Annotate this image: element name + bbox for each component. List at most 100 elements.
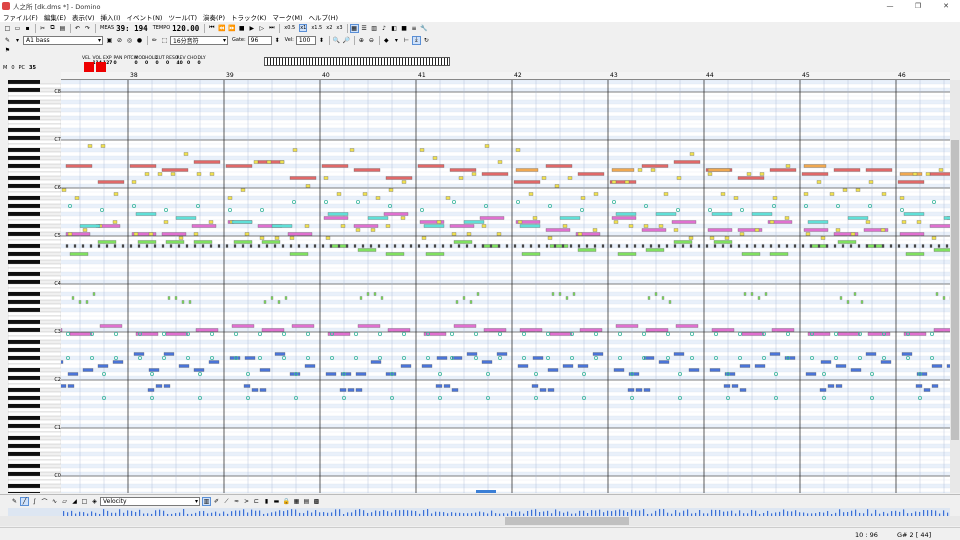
note[interactable] [489,244,493,248]
note[interactable] [321,164,349,168]
note[interactable] [807,220,829,224]
note[interactable] [671,220,697,224]
note[interactable] [445,196,451,200]
velocity-bars[interactable] [8,508,950,516]
note[interactable] [287,232,313,236]
note[interactable] [829,192,835,196]
white-key[interactable] [7,311,62,317]
white-key[interactable] [7,255,62,261]
note[interactable] [628,224,634,228]
note[interactable] [137,244,141,248]
paste-icon[interactable]: ▤ [58,24,67,33]
horizontal-scroll-thumb[interactable] [505,517,629,525]
note[interactable] [355,388,363,392]
black-key[interactable] [8,376,40,380]
note[interactable] [868,180,874,184]
table-icon[interactable]: ▤ [302,497,311,506]
note[interactable] [233,240,253,244]
note[interactable] [713,244,717,248]
note[interactable] [463,220,485,224]
note[interactable] [865,244,869,248]
note[interactable] [713,240,733,244]
black-key[interactable] [8,396,40,400]
white-key[interactable] [7,143,62,149]
note[interactable] [665,244,669,248]
note[interactable] [613,368,625,372]
note[interactable] [209,244,213,248]
snap-icon[interactable]: ⊢ [402,36,411,45]
auto-scroll-icon[interactable]: ⤓ [411,35,421,45]
note[interactable] [323,176,329,180]
black-key[interactable] [8,232,40,236]
note[interactable] [147,388,155,392]
white-key[interactable] [7,235,62,241]
note[interactable] [281,244,285,248]
curve-tool-icon[interactable]: ∫ [30,497,39,506]
note[interactable] [339,388,347,392]
note[interactable] [471,172,477,176]
white-key[interactable] [7,331,62,337]
note[interactable] [79,224,101,228]
note[interactable] [465,244,469,248]
note[interactable] [865,220,871,224]
note[interactable] [611,216,637,220]
note[interactable] [617,252,637,256]
note[interactable] [519,328,543,332]
note[interactable] [592,228,598,232]
zoom-in-icon[interactable]: 🔍 [332,36,341,45]
piano-roll-view-icon[interactable]: ▦ [349,23,359,33]
note[interactable] [833,244,837,248]
note[interactable] [347,388,355,392]
white-key[interactable] [7,167,62,173]
velocity-bar[interactable] [243,509,245,516]
note[interactable] [69,332,93,336]
white-key[interactable] [7,479,62,485]
note[interactable] [777,244,781,248]
note[interactable] [313,244,317,248]
note[interactable] [170,172,176,176]
note[interactable] [658,224,664,228]
note[interactable] [85,300,89,304]
note[interactable] [935,292,939,296]
note[interactable] [289,244,293,248]
white-key[interactable] [7,287,62,293]
note[interactable] [67,372,79,376]
black-key[interactable] [8,148,40,152]
menu-edit[interactable]: 編集(E) [44,12,66,22]
note[interactable] [569,244,573,248]
note[interactable] [593,192,599,196]
crescendo-icon[interactable]: > [242,497,251,506]
note[interactable] [805,372,817,376]
note[interactable] [383,212,409,216]
note[interactable] [161,168,189,172]
note[interactable] [641,228,667,232]
note[interactable] [401,180,407,184]
black-key[interactable] [8,212,40,216]
note[interactable] [305,184,311,188]
note[interactable] [153,244,157,248]
select-tool-icon[interactable]: ⬚ [160,36,169,45]
note[interactable] [78,300,82,304]
rewind-start-icon[interactable]: ⏮ [207,24,216,33]
white-key[interactable] [7,247,62,253]
note[interactable] [750,292,754,296]
play-icon[interactable]: ▶ [247,24,256,33]
note[interactable] [496,232,502,236]
note[interactable] [673,352,685,356]
note[interactable] [193,160,221,164]
note[interactable] [553,244,557,248]
note[interactable] [803,228,829,232]
wave-tool-icon[interactable]: ∿ [50,497,59,506]
zoom-v-out-icon[interactable]: ⊖ [367,36,376,45]
note[interactable] [217,244,221,248]
white-key[interactable] [7,467,62,473]
note[interactable] [853,292,857,296]
measure-ruler[interactable]: 38 39 40 41 42 43 44 45 46 [61,72,950,80]
note[interactable] [551,292,555,296]
black-key[interactable] [8,444,40,448]
vel-input[interactable]: 100 [295,35,316,45]
note[interactable] [97,180,125,184]
note[interactable] [208,220,214,224]
pencil-graph-icon[interactable]: ✐ [212,497,221,506]
note[interactable] [466,352,478,356]
